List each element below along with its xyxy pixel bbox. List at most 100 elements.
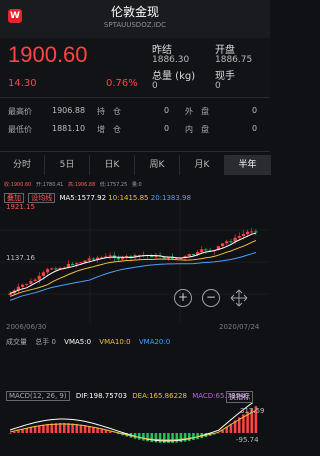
candle-body <box>41 272 45 276</box>
volume-label: 成交量 <box>6 338 27 346</box>
candle-body <box>191 254 195 256</box>
volume-area[interactable] <box>0 346 270 386</box>
stat-value-prev-settle: 1886.30 <box>152 55 190 65</box>
candle-body <box>246 231 250 235</box>
macd-dea: DEA:165.86228 <box>132 392 187 400</box>
macd-bar <box>179 433 183 443</box>
move-icon <box>230 289 248 307</box>
macd-bar <box>100 429 104 433</box>
stat-label-open: 开盘 <box>215 45 235 56</box>
candle-body <box>75 263 79 265</box>
candle-info-line: 收:1900.60 开:1780.41 高:1906.88 低:1757.25 … <box>4 181 145 188</box>
candle-body <box>46 269 50 273</box>
row-value-low: 1881.10 <box>52 124 86 133</box>
stat-value-current-hand: 0 <box>215 81 221 91</box>
candle-body <box>71 263 75 265</box>
stat-label-volume: 总量 (kg) <box>152 71 196 82</box>
row-value-increase: 0 <box>164 124 170 133</box>
divider <box>0 97 270 98</box>
tab-intraday[interactable]: 分时 <box>0 155 45 175</box>
minus-icon: − <box>205 290 217 304</box>
current-price: 1900.60 <box>8 42 88 67</box>
stat-label-prev-settle: 昨结 <box>152 45 172 56</box>
macd-bar <box>17 430 20 433</box>
candle-body <box>21 284 25 287</box>
macd-bar <box>154 433 158 443</box>
row-label-position: 持 仓 <box>97 107 121 116</box>
candle-body <box>229 241 233 243</box>
period-tabs: 分时 5日 日K 周K 月K 半年 <box>0 155 271 175</box>
candle-body <box>225 241 229 244</box>
tab-weekly-k[interactable]: 周K <box>135 155 180 175</box>
macd-bar <box>12 431 16 433</box>
candle-body <box>200 249 204 253</box>
candle-body <box>237 236 241 238</box>
stat-value-open: 1886.75 <box>215 55 253 65</box>
ma5-line <box>9 232 257 294</box>
vma5-value: VMA5:0 <box>64 338 92 346</box>
stat-value-volume: 0 <box>152 81 158 91</box>
volume-total: 总手 0 <box>35 338 56 346</box>
macd-bar <box>25 428 29 433</box>
macd-bar <box>175 433 179 443</box>
macd-top-value: 317.59 <box>240 407 265 415</box>
candle-body <box>221 243 225 247</box>
macd-bar <box>137 433 141 440</box>
row-value-position: 0 <box>164 106 170 115</box>
info-low: 低:1757.25 <box>99 182 128 188</box>
candle-body <box>241 234 245 237</box>
candle-body <box>175 258 179 260</box>
price-change-percent: 0.76% <box>106 78 138 89</box>
candle-body <box>91 258 95 260</box>
row-label-inner: 内 盘 <box>185 125 209 134</box>
candle-body <box>108 255 112 257</box>
candle-body <box>254 231 258 233</box>
macd-bar <box>142 433 145 441</box>
row-label-high: 最高价 <box>8 107 32 116</box>
tab-5day[interactable]: 5日 <box>45 155 90 175</box>
info-volume: 量:0 <box>131 182 142 188</box>
price-change: 14.30 <box>8 78 37 89</box>
vma20-value: VMA20:0 <box>138 338 171 346</box>
macd-bar <box>21 429 24 433</box>
macd-bar <box>183 433 187 442</box>
macd-chart[interactable] <box>0 403 270 456</box>
info-close: 收:1900.60 <box>4 182 32 188</box>
info-open: 开:1780.41 <box>35 182 64 188</box>
candle-body <box>8 293 12 295</box>
macd-indicator-label[interactable]: MACD(12, 26, 9) <box>6 391 70 401</box>
tab-monthly-k[interactable]: 月K <box>180 155 225 175</box>
tab-daily-k[interactable]: 日K <box>90 155 135 175</box>
divider <box>0 151 270 152</box>
zoom-out-button[interactable]: − <box>202 289 220 307</box>
candle-body <box>54 268 58 270</box>
switch-indicator-button[interactable]: 换指标 <box>226 391 253 403</box>
row-value-high: 1906.88 <box>52 106 86 115</box>
y-mid-label: 1137.16 <box>6 254 35 262</box>
macd-bar <box>104 430 108 433</box>
dif-line <box>9 403 254 442</box>
date-end-label: 2020/07/24 <box>219 323 260 331</box>
macd-bar <box>187 433 191 441</box>
macd-bar <box>92 427 95 433</box>
candle-body <box>25 283 29 285</box>
info-high: 高:1906.88 <box>67 182 96 188</box>
page-title: 伦敦金现 <box>110 5 159 19</box>
candle-body <box>29 280 33 284</box>
macd-bar <box>33 426 37 433</box>
candle-body <box>116 257 120 260</box>
zoom-in-button[interactable]: + <box>174 289 192 307</box>
macd-bar <box>8 433 12 434</box>
plus-icon: + <box>177 290 189 304</box>
row-value-outer: 0 <box>252 106 258 115</box>
row-value-inner: 0 <box>252 124 258 133</box>
macd-dif: DIF:198.75703 <box>75 392 128 400</box>
fullscreen-button[interactable] <box>230 289 248 307</box>
tab-half-year[interactable]: 半年 <box>225 155 271 175</box>
date-start-label: 2006/06/30 <box>6 323 47 331</box>
macd-bar <box>108 431 112 433</box>
row-label-increase: 增 仓 <box>97 125 121 134</box>
vma10-value: VMA10:0 <box>99 338 131 346</box>
candle-body <box>204 249 208 251</box>
macd-legend: MACD(12, 26, 9) DIF:198.75703 DEA:165.86… <box>6 391 249 401</box>
